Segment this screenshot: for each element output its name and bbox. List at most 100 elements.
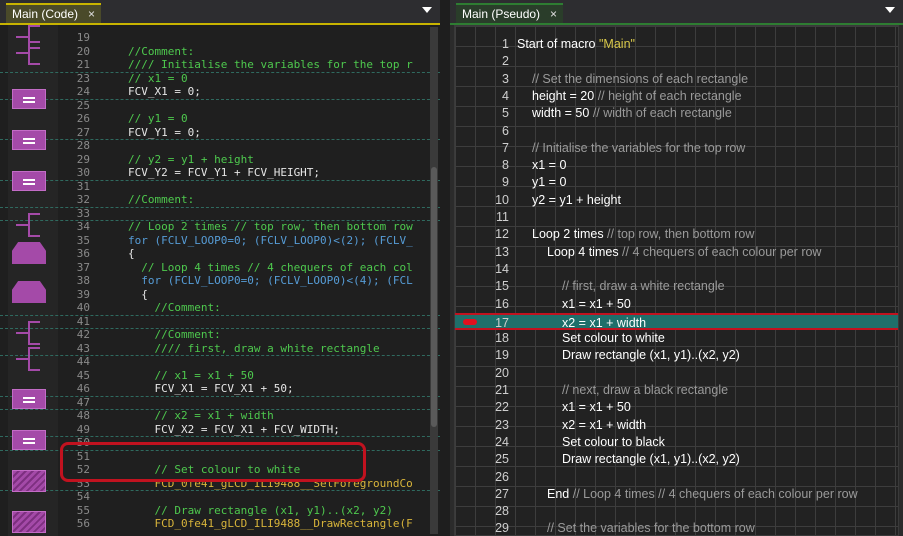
pseudo-line[interactable]: 4 height = 20 // height of each rectangle [455,88,898,105]
line-number: 23 [76,71,90,85]
code-line[interactable]: 26 // y1 = 0 [0,112,440,126]
code-line[interactable]: 31 [0,180,440,194]
line-number: 55 [76,503,90,517]
line-number: 5 [502,106,509,121]
pseudo-line[interactable]: 6 [455,123,898,140]
line-number: 39 [76,287,90,301]
code-line[interactable]: 36 { [0,247,440,261]
code-line[interactable]: 45 // x1 = x1 + 50 [0,369,440,383]
code-line[interactable]: 32 //Comment: [0,193,440,208]
code-line[interactable]: 39 { [0,288,440,302]
pseudo-code: Draw rectangle (x1, y1)..(x2, y2) [562,348,740,363]
pseudo-code: Start of macro [517,37,599,51]
pseudo-line[interactable]: 22 x1 = x1 + 50 [455,399,898,416]
code-line[interactable]: 49 FCV_X2 = FCV_X1 + FCV_WIDTH; [0,423,440,437]
code-line[interactable]: 35 for (FCLV_LOOP0=0; (FCLV_LOOP0)<(2); (… [0,234,440,248]
chevron-down-icon[interactable] [885,7,895,13]
code-line[interactable]: 44 [0,355,440,369]
code-editor[interactable]: 19 20 //Comment: 21 //// Initialise the vari… [0,25,440,536]
comment-icon[interactable] [16,213,50,237]
pseudo-line[interactable]: 7 // Initialise the variables for the top… [455,140,898,157]
tab-main-pseudo[interactable]: Main (Pseudo) × [456,3,564,23]
chevron-down-icon[interactable] [422,7,432,13]
pseudo-line[interactable]: 13 Loop 4 times // 4 chequers of each col… [455,244,898,261]
code-line[interactable]: 42 //Comment: [0,328,440,342]
code-text: // y1 = 0 [128,112,188,125]
code-text: //Comment: [128,44,195,58]
pseudo-line[interactable]: 21 // next, draw a black rectangle [455,382,898,399]
pseudo-line[interactable]: 26 [455,469,898,486]
loop-icon[interactable] [12,281,46,303]
pseudo-line[interactable]: 25 Draw rectangle (x1, y1)..(x2, y2) [455,451,898,468]
code-line[interactable]: 34 // Loop 2 times // top row, then botto… [0,220,440,234]
comment-icon[interactable] [16,321,50,345]
scrollbar-thumb[interactable] [431,167,437,427]
comment-icon[interactable] [16,41,50,65]
code-line[interactable]: 40 //Comment: [0,301,440,316]
breakpoint-icon[interactable] [463,318,477,325]
pseudo-line[interactable]: 28 [455,503,898,520]
code-line[interactable]: 19 [0,31,440,45]
calculation-icon[interactable] [12,89,46,109]
code-line[interactable]: 55 // Draw rectangle (x1, y1)..(x2, y2) [0,504,440,518]
code-line[interactable]: 24 FCV_X1 = 0; [0,85,440,100]
component-macro-icon[interactable] [12,470,46,492]
pseudo-line[interactable]: 27 End // Loop 4 times // 4 chequers of e… [455,486,898,503]
calculation-icon[interactable] [12,430,46,450]
pseudo-line[interactable]: 18 Set colour to white [455,330,898,347]
code-line[interactable]: 38 for (FCLV_LOOP0=0; (FCLV_LOOP0)<(4); … [0,274,440,288]
vertical-scrollbar[interactable] [430,27,438,534]
pseudo-text: x1 = x1 + 50 [562,296,894,313]
code-line[interactable]: 21 //// Initialise the variables for the … [0,58,440,73]
code-line[interactable]: 20 //Comment: [0,45,440,59]
code-line[interactable]: 29 // y2 = y1 + height [0,153,440,167]
code-line[interactable]: 23 // x1 = 0 [0,72,440,86]
code-text: // x2 = x1 + width [128,409,274,422]
pseudo-line[interactable]: 29 // Set the variables for the bottom ro… [455,520,898,535]
line-number: 11 [496,210,509,224]
code-line[interactable]: 56 FCD_0fe41_gLCD_ILI9488__DrawRectangle… [0,517,440,531]
code-line[interactable]: 25 [0,99,440,113]
code-line[interactable]: 43 //// first, draw a white rectangle [0,342,440,356]
loop-icon[interactable] [12,242,46,264]
line-number: 44 [76,355,90,368]
pseudo-line[interactable]: 1 Start of macro "Main" [455,36,898,53]
close-icon[interactable]: × [550,5,557,23]
tab-main-code[interactable]: Main (Code) × [6,3,102,23]
pseudo-line-active[interactable]: 17 x2 = x1 + width [455,312,898,331]
pseudo-line[interactable]: 3 // Set the dimensions of each rectangle [455,71,898,88]
pseudo-line[interactable]: 24 Set colour to black [455,434,898,451]
code-line[interactable]: 33 [0,207,440,221]
pseudo-line[interactable]: 16 x1 = x1 + 50 [455,296,898,313]
pseudo-line[interactable]: 9 y1 = 0 [455,174,898,191]
line-number: 15 [495,279,509,294]
line-number: 14 [495,261,509,276]
pseudo-line[interactable]: 8 x1 = 0 [455,157,898,174]
close-icon[interactable]: × [88,5,95,23]
code-line[interactable]: 37 // Loop 4 times // 4 chequers of each… [0,261,440,275]
pseudo-line[interactable]: 19 Draw rectangle (x1, y1)..(x2, y2) [455,347,898,364]
code-line[interactable]: 46 FCV_X1 = FCV_X1 + 50; [0,382,440,397]
pseudo-line[interactable]: 10 y2 = y1 + height [455,192,898,209]
calculation-icon[interactable] [12,171,46,191]
calculation-icon[interactable] [12,389,46,409]
code-line[interactable]: 27 FCV_Y1 = 0; [0,126,440,140]
pseudo-line[interactable]: 5 width = 50 // width of each rectangle [455,105,898,122]
code-line[interactable]: 28 [0,139,440,153]
code-line[interactable]: 48 // x2 = x1 + width [0,409,440,423]
code-line[interactable]: 47 [0,396,440,410]
comment-icon[interactable] [16,347,50,371]
pseudo-line[interactable]: 11 [455,209,898,226]
pseudo-line[interactable]: 23 x2 = x1 + width [455,417,898,434]
pseudo-line[interactable]: 2 [455,53,898,70]
pseudo-editor[interactable]: 1 Start of macro "Main" 2 3// Set the dimen… [454,25,899,536]
pseudo-line[interactable]: 15 // first, draw a white rectangle [455,278,898,295]
code-line[interactable]: 54 [0,490,440,504]
calculation-icon[interactable] [12,130,46,150]
code-line[interactable]: 41 [0,315,440,329]
code-line[interactable]: 30 FCV_Y2 = FCV_Y1 + FCV_HEIGHT; [0,166,440,181]
pseudo-line[interactable]: 20 [455,365,898,382]
pseudo-line[interactable]: 12 Loop 2 times // top row, then bottom r… [455,226,898,243]
pseudo-line[interactable]: 14 [455,261,898,278]
component-macro-icon[interactable] [12,511,46,533]
